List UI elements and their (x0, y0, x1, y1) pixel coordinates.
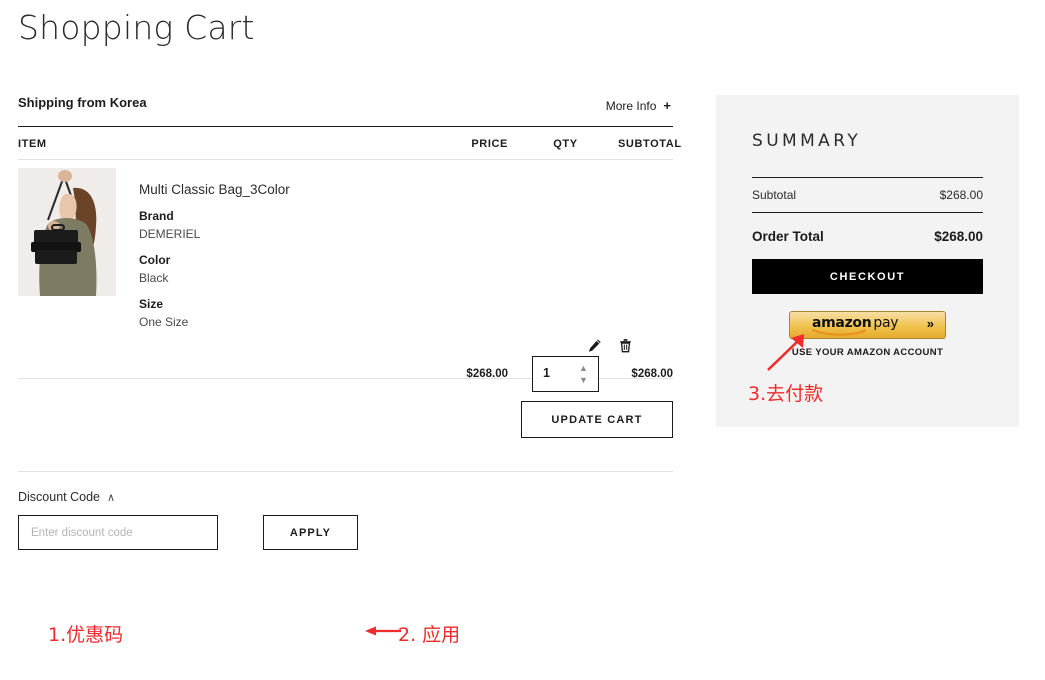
attribute-label-size: Size (139, 297, 164, 311)
subtotal-label: Subtotal (752, 188, 797, 202)
attribute-label-color: Color (139, 253, 171, 267)
summary-row-subtotal: Subtotal $268.00 (752, 178, 983, 212)
column-header-item: ITEM (18, 138, 47, 150)
discount-code-input[interactable] (18, 515, 218, 550)
attribute-value-brand: DEMERIEL (139, 227, 201, 241)
item-actions (587, 338, 633, 353)
column-header-qty: QTY (553, 138, 578, 150)
more-info-label: More Info (605, 99, 657, 113)
apply-discount-button[interactable]: APPLY (263, 515, 358, 550)
update-cart-button[interactable]: UPDATE CART (521, 401, 673, 438)
cart-table-header: ITEM PRICE QTY SUBTOTAL (18, 127, 682, 159)
attribute-value-color: Black (139, 271, 169, 285)
stepper-up-icon[interactable]: ▲ (577, 364, 590, 373)
shipping-from-label: Shipping from Korea (18, 95, 147, 110)
amazon-smile-icon (812, 329, 867, 336)
attribute-value-size: One Size (139, 315, 189, 329)
cart-section: Shipping from Korea More Info + ITEM PRIC… (18, 92, 682, 553)
attribute-label-brand: Brand (139, 209, 174, 223)
chevron-up-icon: ∧ (107, 492, 116, 504)
order-total-label: Order Total (752, 229, 824, 244)
annotation-arrow-apply (365, 626, 401, 636)
quantity-value[interactable]: 1 (543, 366, 550, 380)
update-cart-area: UPDATE CART (18, 379, 673, 471)
amazon-pay-button[interactable]: amazon pay » (789, 311, 946, 339)
order-summary-panel: SUMMARY Subtotal $268.00 Order Total $26… (716, 95, 1019, 427)
summary-title: SUMMARY (752, 131, 862, 151)
discount-controls: APPLY (18, 515, 673, 553)
more-info-toggle[interactable]: More Info + (606, 98, 671, 113)
subtotal-value: $268.00 (939, 188, 983, 202)
column-header-price: PRICE (471, 138, 508, 150)
trash-delete-icon[interactable] (618, 338, 633, 353)
annotation-2-apply: 2. 应用 (398, 624, 461, 646)
product-name[interactable]: Multi Classic Bag_3Color (139, 182, 399, 197)
cart-item-row: Multi Classic Bag_3Color Brand DEMERIEL … (18, 160, 673, 392)
edit-pencil-icon[interactable] (587, 338, 602, 353)
order-total-value: $268.00 (934, 229, 983, 244)
discount-code-toggle[interactable]: Discount Code ∧ (18, 490, 115, 504)
summary-row-order-total: Order Total $268.00 (752, 213, 983, 259)
product-thumbnail[interactable] (18, 168, 116, 296)
amazon-pay-subtitle: USE YOUR AMAZON ACCOUNT (791, 347, 944, 358)
discount-section: Discount Code ∧ APPLY (18, 472, 673, 553)
amazon-pay-area: amazon pay » USE YOUR AMAZON ACCOUNT (752, 311, 983, 358)
shipping-header: Shipping from Korea More Info + (18, 92, 673, 118)
plus-icon: + (663, 98, 671, 113)
product-image (18, 168, 116, 296)
product-info: Multi Classic Bag_3Color Brand DEMERIEL … (139, 182, 399, 329)
checkout-button[interactable]: CHECKOUT (752, 259, 983, 294)
amazon-chevron-icon: » (926, 316, 934, 331)
annotation-1-discount-code: 1.优惠码 (48, 624, 124, 646)
amazon-pay-word: pay (873, 315, 899, 331)
column-header-subtotal: SUBTOTAL (618, 138, 682, 150)
discount-code-label: Discount Code (18, 490, 100, 504)
page-title: Shopping Cart (18, 8, 255, 47)
